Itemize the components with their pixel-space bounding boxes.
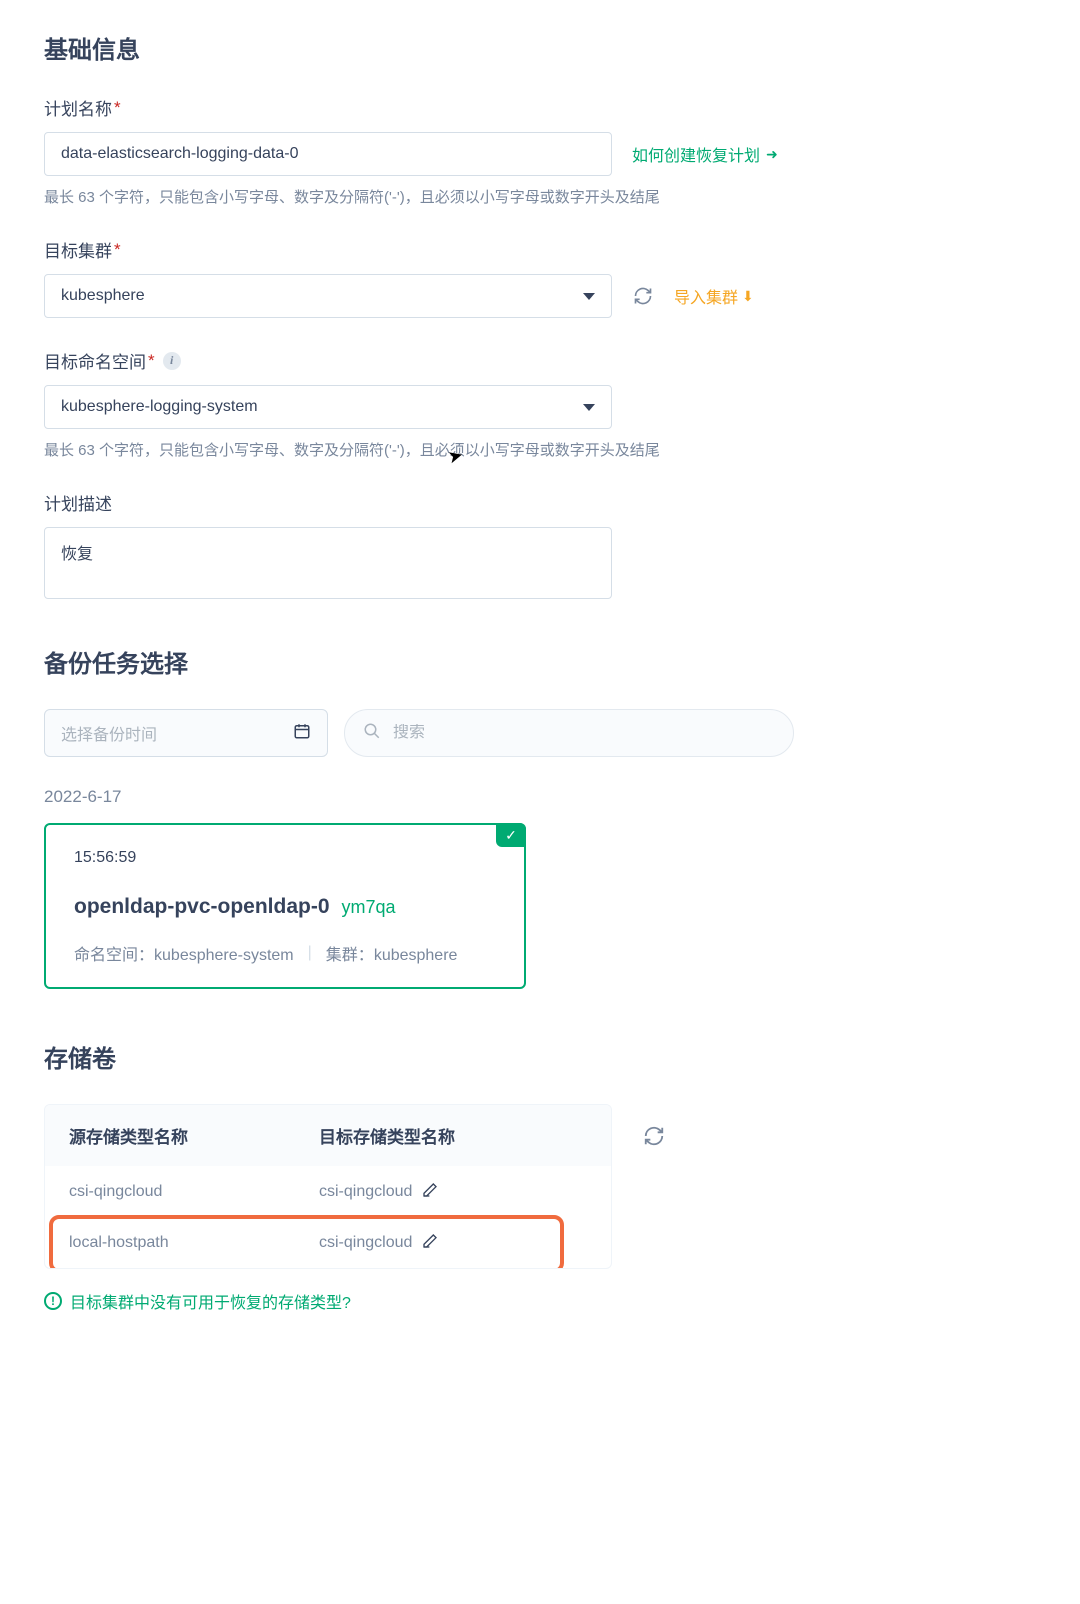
storage-source-cell: local-hostpath: [69, 1234, 319, 1252]
target-namespace-select[interactable]: kubesphere-logging-system: [44, 385, 612, 429]
table-row: csi-qingcloud csi-qingcloud: [45, 1166, 611, 1217]
backup-search-input[interactable]: [393, 724, 775, 742]
plan-desc-label: 计划描述: [44, 490, 1036, 515]
section-backup-task-title: 备份任务选择: [44, 644, 1036, 679]
form-group-target-namespace: 目标命名空间* i kubesphere-logging-system 最长 6…: [44, 348, 1036, 460]
form-group-plan-desc: 计划描述 恢复: [44, 490, 1036, 604]
refresh-storage-button[interactable]: [636, 1118, 672, 1154]
backup-card-meta: 命名空间：kubesphere-system | 集群：kubesphere: [74, 941, 496, 965]
backup-date-group: 2022-6-17: [44, 787, 1036, 807]
plan-name-input[interactable]: [44, 132, 612, 176]
target-namespace-hint: 最长 63 个字符，只能包含小写字母、数字及分隔符('-')，且必须以小写字母或…: [44, 439, 1036, 460]
refresh-cluster-icon[interactable]: [632, 285, 654, 307]
table-row: local-hostpath csi-qingcloud: [45, 1217, 611, 1268]
info-icon[interactable]: i: [163, 352, 181, 370]
storage-controls: 源存储类型名称 目标存储类型名称 csi-qingcloud csi-qingc…: [44, 1104, 1036, 1269]
warning-icon: !: [44, 1292, 62, 1310]
backup-filter-row: 选择备份时间: [44, 709, 1036, 757]
chevron-down-icon: [583, 404, 595, 411]
required-indicator: *: [114, 240, 121, 260]
calendar-icon: [293, 722, 311, 745]
storage-table: 源存储类型名称 目标存储类型名称 csi-qingcloud csi-qingc…: [44, 1104, 612, 1269]
external-arrow-icon: ➜: [766, 146, 778, 163]
backup-card-time: 15:56:59: [74, 849, 496, 867]
backup-task-card[interactable]: ✓ 15:56:59 openldap-pvc-openldap-0 ym7qa…: [44, 823, 526, 989]
target-namespace-label: 目标命名空间* i: [44, 348, 1036, 373]
required-indicator: *: [148, 351, 155, 371]
section-storage-title: 存储卷: [44, 1039, 1036, 1074]
target-cluster-select[interactable]: kubesphere: [44, 274, 612, 318]
storage-source-cell: csi-qingcloud: [69, 1183, 319, 1201]
edit-icon[interactable]: [422, 1233, 438, 1252]
backup-date-picker[interactable]: 选择备份时间: [44, 709, 328, 757]
storage-target-cell: csi-qingcloud: [319, 1183, 412, 1201]
search-icon: [363, 722, 381, 745]
storage-header-source: 源存储类型名称: [69, 1123, 319, 1148]
download-icon: ⬇: [742, 288, 754, 305]
backup-search-box[interactable]: [344, 709, 794, 757]
storage-table-header: 源存储类型名称 目标存储类型名称: [45, 1105, 611, 1166]
plan-desc-textarea[interactable]: 恢复: [44, 527, 612, 599]
storage-header-target: 目标存储类型名称: [319, 1123, 587, 1148]
edit-icon[interactable]: [422, 1182, 438, 1201]
form-group-target-cluster: 目标集群* kubesphere 导入集群 ⬇: [44, 237, 1036, 318]
import-cluster-link[interactable]: 导入集群 ⬇: [674, 284, 754, 308]
how-to-create-link[interactable]: 如何创建恢复计划 ➜: [632, 142, 778, 166]
required-indicator: *: [114, 98, 121, 118]
meta-divider: |: [308, 944, 312, 962]
storage-warning-link[interactable]: ! 目标集群中没有可用于恢复的存储类型?: [44, 1289, 1036, 1313]
check-icon: ✓: [496, 823, 526, 847]
section-basic-info-title: 基础信息: [44, 30, 1036, 65]
storage-target-cell: csi-qingcloud: [319, 1234, 412, 1252]
target-cluster-label: 目标集群*: [44, 237, 1036, 262]
backup-card-name: openldap-pvc-openldap-0: [74, 895, 330, 919]
plan-name-hint: 最长 63 个字符，只能包含小写字母、数字及分隔符('-')，且必须以小写字母或…: [44, 186, 1036, 207]
form-group-plan-name: 计划名称* 如何创建恢复计划 ➜ 最长 63 个字符，只能包含小写字母、数字及分…: [44, 95, 1036, 207]
plan-name-label: 计划名称*: [44, 95, 1036, 120]
backup-card-tag: ym7qa: [342, 897, 396, 918]
chevron-down-icon: [583, 293, 595, 300]
